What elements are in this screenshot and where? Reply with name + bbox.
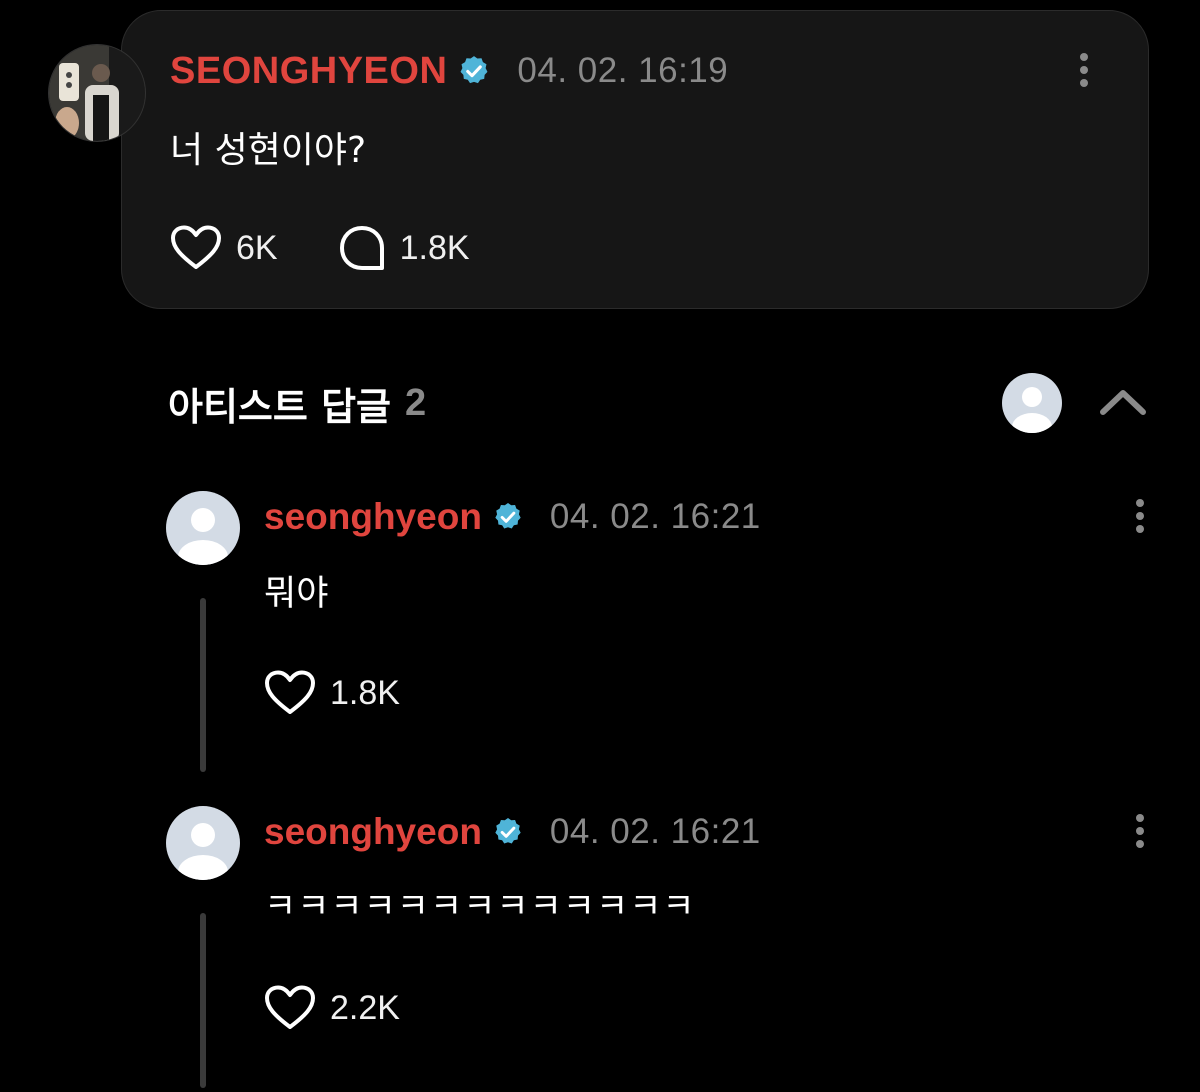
artist-replies-header: 아티스트 답글 2 xyxy=(168,378,427,429)
reply-author-name[interactable]: seonghyeon xyxy=(264,811,482,853)
heart-icon xyxy=(265,985,315,1029)
like-count: 6K xyxy=(236,228,278,267)
post-author-name[interactable]: SEONGHYEON xyxy=(170,50,447,93)
reply-header: seonghyeon 04. 02. 16:21 xyxy=(264,496,761,538)
post-author-avatar[interactable] xyxy=(48,44,146,142)
verified-badge-icon xyxy=(492,816,524,848)
more-vertical-icon[interactable] xyxy=(1076,51,1092,91)
thread-line xyxy=(200,913,206,1088)
section-count: 2 xyxy=(405,381,427,424)
reply-header: seonghyeon 04. 02. 16:21 xyxy=(264,811,761,853)
avatar-placeholder-icon[interactable] xyxy=(1002,373,1062,433)
like-button[interactable]: 1.8K xyxy=(264,668,400,718)
like-button[interactable]: 6K xyxy=(170,225,278,271)
verified-badge-icon xyxy=(457,54,491,88)
reply-text: 뭐야 xyxy=(264,574,329,614)
post-actions: 6K 1.8K xyxy=(170,223,470,273)
post-header: SEONGHYEON 04. 02. 16:19 xyxy=(170,50,729,93)
comment-button[interactable]: 1.8K xyxy=(338,224,470,272)
reply-text: ㅋㅋㅋㅋㅋㅋㅋㅋㅋㅋㅋㅋㅋ xyxy=(264,887,696,927)
like-button[interactable]: 2.2K xyxy=(264,983,400,1033)
post-timestamp: 04. 02. 16:19 xyxy=(517,51,729,90)
comment-icon xyxy=(339,226,384,270)
post-card[interactable]: SEONGHYEON 04. 02. 16:19 너 성현이야? 6K 1.8K xyxy=(121,10,1149,309)
reply-avatar[interactable] xyxy=(166,806,240,880)
chevron-up-icon[interactable] xyxy=(1098,386,1148,418)
reply-timestamp: 04. 02. 16:21 xyxy=(549,812,761,851)
post-text: 너 성현이야? xyxy=(170,130,367,171)
thread-line xyxy=(200,598,206,772)
more-vertical-icon[interactable] xyxy=(1132,497,1148,537)
more-vertical-icon[interactable] xyxy=(1132,812,1148,852)
section-title: 아티스트 답글 xyxy=(168,384,391,429)
reply-author-name[interactable]: seonghyeon xyxy=(264,496,482,538)
heart-icon xyxy=(171,225,221,269)
heart-icon xyxy=(265,670,315,714)
reply-avatar[interactable] xyxy=(166,491,240,565)
comment-count: 1.8K xyxy=(399,228,470,267)
like-count: 1.8K xyxy=(330,673,400,712)
verified-badge-icon xyxy=(492,501,524,533)
like-count: 2.2K xyxy=(330,988,400,1027)
reply-timestamp: 04. 02. 16:21 xyxy=(549,497,761,536)
